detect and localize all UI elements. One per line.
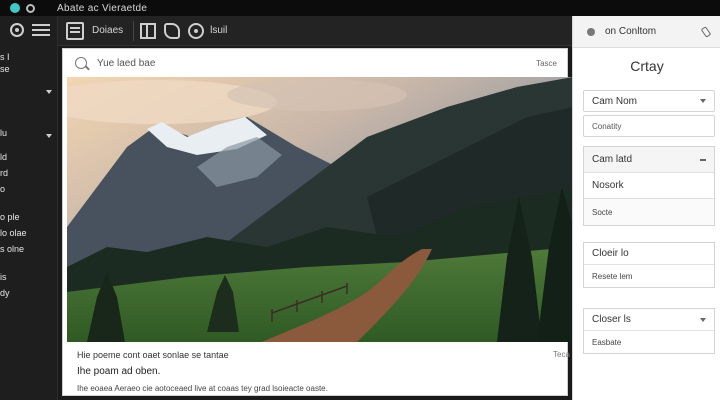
search-icon	[75, 57, 87, 69]
main-toolbar: Doiaes lsuil	[58, 16, 572, 46]
sidebar-item-2[interactable]: se	[0, 64, 10, 75]
caption-description: Ihe eoaea Aeraeo cie aotoceaed live at c…	[77, 384, 328, 393]
sidebar-item-9[interactable]: s olne	[0, 244, 24, 255]
sidebar-item-10[interactable]: is	[0, 272, 7, 283]
target-icon[interactable]	[188, 22, 205, 39]
sidebar-item-1[interactable]: s I	[0, 52, 10, 63]
gear-icon[interactable]	[10, 23, 24, 37]
title-bar: Abate ac Vieraetde	[0, 0, 720, 16]
category-dropdown-label: Cam latd	[592, 154, 633, 165]
category-dropdown-header[interactable]: Cam latd	[584, 147, 714, 173]
settings-group-1: Cloeir lo Resete lem	[583, 242, 715, 288]
landscape-photo	[67, 77, 573, 342]
panel-header: on Conltom	[573, 16, 720, 48]
sidebar-item-11[interactable]: dy	[0, 288, 10, 299]
status-dot-icon	[587, 27, 595, 36]
window-title: Abate ac Vieraetde	[57, 2, 148, 14]
category-dropdown[interactable]: Cam latd Nosork Socte	[583, 146, 715, 226]
status-ring-icon[interactable]	[26, 3, 35, 13]
caption-title: Hie poeme cont oaet sonlae se tantae	[77, 350, 229, 360]
quantity-field[interactable]: Conatity	[583, 115, 715, 137]
settings-group-1-value[interactable]: Resete lem	[584, 265, 714, 287]
documents-label[interactable]: Doiaes	[92, 25, 123, 36]
sidebar-toolbar	[0, 16, 57, 44]
chevron-down-icon[interactable]	[46, 90, 52, 94]
settings-group-1-title[interactable]: Cloeir lo	[584, 243, 714, 265]
panel-header-title: on Conltom	[605, 26, 657, 37]
dropdown-option[interactable]: Socte	[584, 199, 714, 225]
properties-panel: on Conltom Crtay Cam Nom Conatity Cam la…	[572, 16, 720, 400]
sidebar-item-4[interactable]: ld	[0, 152, 7, 163]
toolbar-title[interactable]: lsuil	[210, 25, 227, 36]
chevron-down-icon	[700, 317, 706, 322]
search-input[interactable]: Yue laed bae	[97, 58, 155, 69]
sidebar-item-5[interactable]: rd	[0, 168, 8, 179]
content-card: Yue laed bae Tasce Hie poeme cont oaet s…	[62, 48, 573, 396]
document-icon[interactable]	[66, 21, 84, 40]
settings-group-2-title[interactable]: Closer ls	[584, 309, 714, 331]
tag-icon[interactable]	[164, 22, 181, 39]
settings-group-2: Closer ls Easbate	[583, 308, 715, 354]
caption-subtitle: Ihe poam ad oben.	[77, 366, 161, 377]
panel-heading: Crtay	[630, 58, 664, 74]
chevron-down-icon	[700, 99, 706, 103]
chevron-down-icon[interactable]	[46, 134, 52, 138]
caption-meta: Teca	[553, 350, 570, 359]
settings-group-2-label: Closer ls	[592, 314, 631, 325]
settings-group-2-value[interactable]: Easbate	[584, 331, 714, 353]
name-select-label: Cam Nom	[592, 95, 638, 107]
app-window: Abate ac Vieraetde s I se lu ld rd o o p…	[0, 0, 720, 400]
search-hint: Tasce	[536, 58, 557, 68]
sidebar-item-8[interactable]: lo olae	[0, 228, 27, 239]
sidebar-item-6[interactable]: o	[0, 184, 5, 195]
toolbar-divider	[133, 20, 135, 41]
dropdown-option[interactable]: Nosork	[584, 173, 714, 199]
collapse-icon	[700, 159, 706, 161]
menu-icon[interactable]	[32, 24, 50, 36]
search-bar[interactable]: Yue laed bae Tasce	[63, 49, 569, 77]
sidebar-item-3[interactable]: lu	[0, 128, 7, 139]
app-logo-icon[interactable]	[10, 3, 20, 13]
layout-icon[interactable]	[140, 22, 157, 39]
quantity-field-label: Conatity	[592, 121, 622, 131]
sidebar: s I se lu ld rd o o ple lo olae s olne i…	[0, 16, 58, 400]
sidebar-item-7[interactable]: o ple	[0, 212, 20, 223]
name-select[interactable]: Cam Nom	[583, 90, 715, 112]
pin-icon[interactable]	[700, 26, 712, 38]
